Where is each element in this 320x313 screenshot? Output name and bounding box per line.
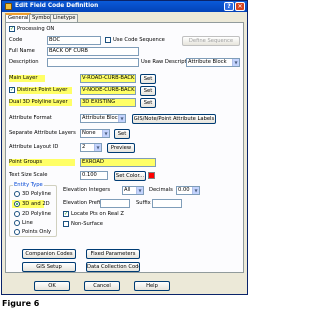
dual-3d-polyline-layer-field[interactable]: 3D EXISTING (80, 98, 136, 107)
locate-pts-on-real-z-label: Locate Pts on Real Z (71, 211, 124, 217)
full-name-field[interactable]: BACK OF CURB (47, 47, 139, 56)
suffix-label: Suffix (136, 200, 151, 206)
entity-type-points-only-radio[interactable] (14, 229, 20, 235)
distinct-point-layer-set-button[interactable]: Set (140, 86, 156, 96)
entity-type-3d-polyline-radio[interactable] (14, 191, 20, 197)
define-sequence-button[interactable]: Define Sequence (182, 36, 240, 46)
entity-type-legend: Entity Type (13, 182, 44, 188)
separate-attribute-layers-value: None (82, 130, 96, 136)
text-size-scale-field[interactable]: 0.100 (80, 171, 108, 180)
use-raw-description-value: Attribute Block (188, 59, 227, 65)
data-collection-codes-button[interactable]: Data Collection Codes (86, 262, 140, 272)
close-icon[interactable]: ✕ (235, 2, 245, 11)
entity-type-2d-polyline-label: 2D Polyline (22, 211, 51, 217)
main-layer-label: Main Layer (9, 75, 45, 82)
window-title: Edit Field Code Definition (15, 3, 99, 9)
full-name-label: Full Name (9, 48, 35, 54)
chevron-down-icon: ▼ (232, 59, 239, 66)
distinct-point-layer-field[interactable]: V-NODE-CURB-BACK (80, 86, 136, 95)
chevron-down-icon: ▼ (192, 187, 199, 194)
elevation-integers-value: All (124, 187, 131, 193)
main-layer-set-button[interactable]: Set (140, 74, 156, 84)
text-size-scale-label: Text Size Scale (9, 172, 48, 178)
attribute-format-value: Attribute Block (82, 115, 121, 121)
gis-note-point-attribute-labels-button[interactable]: GIS/Note/Point Attribute Labels (132, 114, 216, 124)
general-panel: ✓ Processing ON Code BOC Use Code Sequen… (5, 22, 244, 273)
chevron-down-icon: ▼ (94, 144, 101, 151)
app-icon (5, 3, 12, 10)
use-code-sequence-checkbox[interactable] (105, 37, 111, 43)
main-layer-field[interactable]: V-ROAD-CURB-BACK (80, 74, 136, 83)
non-surface-label: Non-Surface (71, 221, 103, 227)
entity-type-group: Entity Type 3D Polyline 3D and 2D 2D Pol… (9, 182, 57, 237)
attribute-format-label: Attribute Format (9, 115, 52, 121)
attribute-layout-id-label: Attribute Layout ID (9, 144, 59, 150)
entity-type-line-radio[interactable] (14, 220, 20, 226)
separate-attribute-layers-select[interactable]: None ▼ (80, 129, 110, 138)
fixed-parameters-button[interactable]: Fixed Parameters (86, 249, 140, 259)
description-field[interactable] (47, 58, 139, 67)
dual-3d-polyline-layer-set-button[interactable]: Set (140, 98, 156, 108)
help-button[interactable]: Help (134, 281, 170, 291)
chevron-down-icon: ▼ (102, 130, 109, 137)
entity-type-points-only-label: Points Only (22, 229, 52, 235)
locate-pts-on-real-z-checkbox[interactable]: ✓ (63, 211, 69, 217)
point-groups-label: Point Groups (9, 159, 75, 166)
preview-button[interactable]: Preview (107, 143, 135, 153)
entity-type-line-label: Line (22, 220, 33, 226)
cancel-button[interactable]: Cancel (84, 281, 120, 291)
code-label: Code (9, 37, 23, 43)
decimals-select[interactable]: 0.00 ▼ (176, 186, 200, 195)
decimals-label: Decimals (149, 187, 173, 193)
description-label: Description (9, 59, 39, 65)
dialog-window: Edit Field Code Definition ? ✕ General S… (1, 0, 248, 295)
entity-type-3d-polyline-label: 3D Polyline (22, 191, 51, 197)
attribute-layout-id-select[interactable]: 2 ▼ (80, 143, 102, 152)
processing-label: Processing ON (17, 26, 55, 32)
dual-3d-polyline-layer-label: Dual 3D Polyline Layer (9, 99, 72, 106)
chevron-down-icon: ▼ (136, 187, 143, 194)
figure-caption: Figure 6 (2, 299, 40, 308)
help-title-button[interactable]: ? (224, 2, 234, 11)
elevation-prefix-field[interactable] (100, 199, 130, 208)
use-raw-description-select[interactable]: Attribute Block ▼ (186, 58, 240, 67)
distinct-point-layer-checkbox[interactable]: ✓ (9, 87, 15, 93)
chevron-down-icon: ▼ (118, 115, 125, 122)
attribute-layout-id-value: 2 (82, 144, 86, 150)
code-field[interactable]: BOC (47, 36, 101, 45)
set-color-button[interactable]: Set Color... (114, 171, 146, 181)
elevation-integers-label: Elevation Integers (63, 187, 111, 193)
gis-setup-button[interactable]: GIS Setup (22, 262, 76, 272)
ok-button[interactable]: OK (34, 281, 70, 291)
point-groups-field[interactable]: EXROAD (80, 158, 156, 167)
title-bar[interactable]: Edit Field Code Definition ? ✕ (2, 1, 247, 12)
entity-type-3d-and-2d-radio[interactable] (14, 201, 20, 207)
entity-type-3d-and-2d-label: 3D and 2D (22, 201, 50, 207)
elevation-prefix-label: Elevation Prefix (63, 200, 104, 206)
separate-attribute-layers-set-button[interactable]: Set (114, 129, 130, 139)
tab-general[interactable]: General (5, 13, 32, 22)
decimals-value: 0.00 (178, 187, 190, 193)
suffix-field[interactable] (152, 199, 182, 208)
elevation-integers-select[interactable]: All ▼ (122, 186, 144, 195)
color-swatch (148, 172, 155, 179)
non-surface-checkbox[interactable] (63, 221, 69, 227)
attribute-format-select[interactable]: Attribute Block ▼ (80, 114, 126, 123)
entity-type-2d-polyline-radio[interactable] (14, 211, 20, 217)
use-code-sequence-label: Use Code Sequence (113, 37, 165, 43)
distinct-point-layer-label: Distinct Point Layer (17, 87, 72, 94)
companion-codes-button[interactable]: Companion Codes (22, 249, 76, 259)
tab-linetype[interactable]: Linetype (50, 14, 79, 22)
processing-checkbox[interactable]: ✓ (9, 26, 15, 32)
separate-attribute-layers-label: Separate Attribute Layers (9, 130, 76, 136)
